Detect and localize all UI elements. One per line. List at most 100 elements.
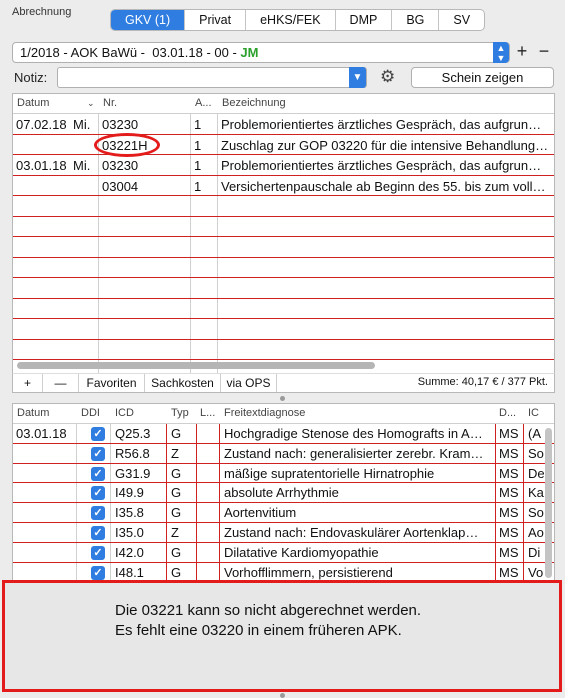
table-row[interactable]: ✓ I35.8 G Aortenvitium MS So (13, 503, 554, 523)
row-text: Aortenvitium (224, 505, 297, 521)
row-date: 03.01.18 (16, 158, 67, 173)
header-anzahl[interactable]: A... (195, 97, 212, 109)
ddi-checkbox[interactable]: ✓ (91, 486, 105, 501)
row-text: Dilatative Kardiomyopathie (224, 544, 379, 560)
header-bezeichnung[interactable]: Bezeichnung (222, 97, 286, 109)
row-text: Vorhofflimmern, persistierend (224, 564, 393, 580)
row-ic: Di (528, 544, 541, 560)
selector-label: 1/2018 - AOK BaWü - 03.01.18 - 00 - (20, 45, 241, 60)
split-handle[interactable] (280, 693, 285, 698)
table-row[interactable]: ✓ G31.9 G mäßige supratentorielle Hirnat… (13, 464, 554, 484)
split-handle[interactable] (280, 396, 285, 401)
header-d[interactable]: D... (499, 407, 516, 419)
empty-row[interactable] (13, 340, 554, 360)
row-typ: G (171, 564, 182, 580)
empty-row[interactable] (13, 319, 554, 340)
annotation-callout: Die 03221 kann so nicht abgerechnet werd… (2, 580, 562, 692)
row-ic: So (528, 445, 544, 461)
ddi-checkbox[interactable]: ✓ (91, 446, 105, 461)
header-freitext[interactable]: Freitextdiagnose (224, 407, 305, 419)
tab-gkv[interactable]: GKV (1) (111, 10, 186, 30)
remove-service-button[interactable]: — (43, 374, 79, 392)
schein-zeigen-button[interactable]: Schein zeigen (411, 67, 554, 88)
empty-row[interactable] (13, 217, 554, 237)
row-ic: So (528, 505, 544, 521)
ddi-checkbox[interactable]: ✓ (91, 466, 105, 481)
selector-value: 1/2018 - AOK BaWü - 03.01.18 - 00 - JM (20, 45, 258, 60)
row-day: Mi. (73, 158, 91, 173)
empty-row[interactable] (13, 258, 554, 278)
header-ddi[interactable]: DDI (81, 407, 100, 419)
callout-line-1: Die 03221 kann so nicht abgerechnet werd… (115, 602, 422, 619)
tab-bg[interactable]: BG (392, 10, 440, 30)
table-row[interactable]: 03004 1 Versichertenpauschale ab Beginn … (13, 176, 554, 196)
highlight-circle (94, 133, 160, 157)
row-doctor: MS (499, 445, 519, 461)
notiz-field[interactable]: ▼ (57, 67, 367, 88)
tab-dmp[interactable]: DMP (336, 10, 393, 30)
empty-row[interactable] (13, 196, 554, 217)
row-desc: Problemorientiertes ärztliches Gespräch,… (221, 117, 542, 132)
table-row[interactable]: ✓ I49.9 G absolute Arrhythmie MS Ka (13, 483, 554, 504)
row-doctor: MS (499, 564, 519, 580)
billing-tabs: GKV (1) Privat eHKS/FEK DMP BG SV (110, 9, 486, 31)
gear-icon[interactable]: ⚙ (380, 67, 395, 87)
row-doctor: MS (499, 544, 519, 560)
table-row[interactable]: 03.01.18 ✓ Q25.3 G Hochgradige Stenose d… (13, 424, 554, 444)
tab-sv[interactable]: SV (439, 10, 484, 30)
header-l[interactable]: L... (200, 407, 215, 419)
row-nr: 03004 (102, 178, 139, 194)
horizontal-scrollbar[interactable] (17, 362, 550, 370)
row-typ: G (171, 426, 182, 441)
table-row[interactable]: 07.02.18 Mi. 03230 1 Problemorientiertes… (13, 114, 554, 135)
header-typ[interactable]: Typ (171, 407, 189, 419)
header-nr[interactable]: Nr. (103, 97, 117, 109)
row-text: Zustand nach: generalisierter zerebr. Kr… (224, 445, 484, 461)
header-datum[interactable]: Datum (17, 407, 49, 419)
scrollbar-thumb[interactable] (17, 362, 375, 369)
tab-privat[interactable]: Privat (185, 10, 247, 30)
favoriten-button[interactable]: Favoriten (79, 374, 145, 392)
header-ic[interactable]: IC (528, 407, 539, 419)
tab-ehks-fek[interactable]: eHKS/FEK (246, 10, 336, 30)
row-doctor: MS (499, 485, 519, 501)
table-row[interactable]: 03.01.18 Mi. 03230 1 Problemorientiertes… (13, 155, 554, 176)
empty-row[interactable] (13, 278, 554, 299)
remove-case-button[interactable]: − (534, 42, 554, 63)
header-icd[interactable]: ICD (115, 407, 134, 419)
empty-row[interactable] (13, 237, 554, 258)
row-count: 1 (194, 158, 202, 173)
table-row[interactable]: ✓ I35.0 Z Zustand nach: Endovaskulärer A… (13, 523, 554, 543)
stepper-chevron-icon[interactable]: ▲ ▼ (493, 42, 509, 63)
row-count: 1 (194, 178, 202, 194)
row-day: Mi. (73, 117, 91, 132)
ddi-checkbox[interactable]: ✓ (91, 506, 105, 521)
row-icd: I49.9 (115, 485, 144, 501)
sachkosten-button[interactable]: Sachkosten (145, 374, 221, 392)
summe-label: Summe: 40,17 € / 377 Pkt. (417, 376, 548, 388)
add-service-button[interactable]: + (13, 374, 43, 392)
ddi-checkbox[interactable]: ✓ (91, 525, 105, 540)
row-ic: Ka (528, 485, 544, 501)
table-row[interactable]: ✓ R56.8 Z Zustand nach: generalisierter … (13, 444, 554, 464)
ddi-checkbox[interactable]: ✓ (91, 427, 105, 441)
quarter-selector[interactable]: 1/2018 - AOK BaWü - 03.01.18 - 00 - JM ▲… (12, 42, 510, 63)
vertical-scrollbar[interactable] (545, 428, 552, 578)
callout-text: Die 03221 kann so nicht abgerechnet werd… (115, 601, 421, 641)
via-ops-button[interactable]: via OPS (221, 374, 277, 392)
add-case-button[interactable]: + (512, 42, 532, 63)
header-datum[interactable]: Datum (17, 97, 49, 109)
row-typ: G (171, 485, 182, 501)
row-icd: G31.9 (115, 465, 151, 481)
row-desc: Zuschlag zur GOP 03220 für die intensive… (221, 137, 549, 153)
sort-chevron-icon[interactable]: ⌄ (87, 98, 95, 109)
row-icd: R56.8 (115, 445, 150, 461)
ddi-checkbox[interactable]: ✓ (91, 565, 105, 580)
empty-row[interactable] (13, 299, 554, 319)
ddi-checkbox[interactable]: ✓ (91, 545, 105, 560)
row-typ: G (171, 544, 182, 560)
table-row[interactable]: ✓ I42.0 G Dilatative Kardiomyopathie MS … (13, 543, 554, 563)
chevron-down-icon[interactable]: ▼ (349, 67, 366, 88)
diagnoses-header: Datum DDI ICD Typ L... Freitextdiagnose … (13, 404, 554, 424)
row-icd: I35.8 (115, 505, 144, 521)
